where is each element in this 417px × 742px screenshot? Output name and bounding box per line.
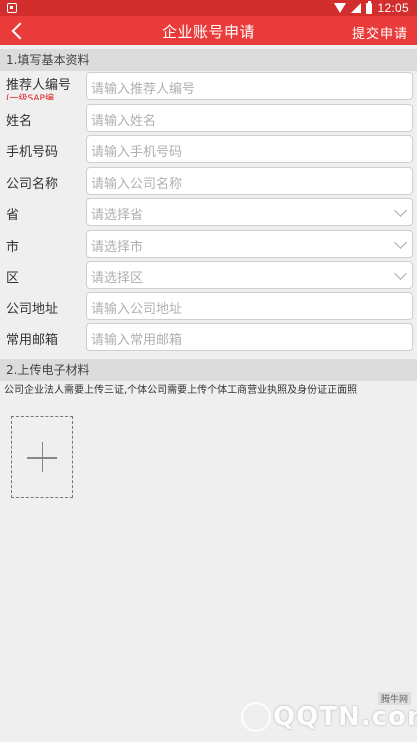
- watermark: QQTN.com 腾牛网: [241, 692, 417, 738]
- status-icons: 12:05: [334, 0, 409, 15]
- input-placeholder: 请输入姓名: [91, 114, 157, 129]
- signal-icon: [351, 3, 362, 13]
- upload-notice: 公司企业法人需要上传三证,个体公司需要上传个体工商营业执照及身份证正面照: [4, 385, 358, 396]
- city-select[interactable]: 请选择市: [86, 230, 413, 258]
- chevron-down-icon: [394, 267, 407, 280]
- email-input[interactable]: 请输入常用邮箱: [86, 323, 413, 351]
- district-select[interactable]: 请选择区: [86, 261, 413, 289]
- form-row-phone: 手机号码 请输入手机号码: [0, 134, 417, 165]
- field-label: 公司名称: [6, 177, 59, 192]
- form-row-company: 公司名称 请输入公司名称: [0, 166, 417, 197]
- select-placeholder: 请选择区: [91, 271, 144, 286]
- form-row-referrer: 推荐人编号 (一级SAP编 请输入推荐人编号: [0, 71, 417, 102]
- watermark-text: QQTN.com: [273, 702, 417, 732]
- wifi-icon: [334, 3, 347, 13]
- province-select[interactable]: 请选择省: [86, 198, 413, 226]
- field-label: 常用邮箱: [6, 333, 59, 348]
- watermark-logo-icon: [241, 702, 271, 732]
- company-name-input[interactable]: 请输入公司名称: [86, 167, 413, 195]
- battery-icon: [366, 0, 373, 14]
- form-row-province: 省 请选择省: [0, 197, 417, 228]
- plus-icon: [41, 442, 43, 472]
- company-address-input[interactable]: 请输入公司地址: [86, 292, 413, 320]
- field-label: 省: [6, 208, 20, 223]
- chevron-down-icon: [394, 204, 407, 217]
- section-header-basic-info: 1.填写基本资料: [0, 49, 417, 71]
- notification-icon: [7, 3, 17, 13]
- form-row-district: 区 请选择区: [0, 260, 417, 291]
- status-time: 12:05: [377, 1, 409, 15]
- upload-button[interactable]: [11, 416, 73, 498]
- field-label: 姓名: [6, 114, 33, 129]
- chevron-down-icon: [394, 236, 407, 249]
- input-placeholder: 请输入手机号码: [91, 145, 183, 160]
- status-bar: 12:05: [0, 0, 417, 16]
- field-label: 公司地址: [6, 302, 59, 317]
- watermark-sub: 腾牛网: [377, 692, 411, 705]
- select-placeholder: 请选择市: [91, 240, 144, 255]
- field-label: 市: [6, 240, 20, 255]
- input-placeholder: 请输入公司地址: [91, 302, 183, 317]
- input-placeholder: 请输入常用邮箱: [91, 333, 183, 348]
- name-input[interactable]: 请输入姓名: [86, 104, 413, 132]
- select-placeholder: 请选择省: [91, 208, 144, 223]
- field-label: 区: [6, 271, 20, 286]
- form-row-name: 姓名 请输入姓名: [0, 103, 417, 134]
- form-row-email: 常用邮箱 请输入常用邮箱: [0, 322, 417, 353]
- referrer-input[interactable]: 请输入推荐人编号: [86, 72, 413, 100]
- field-label: 手机号码: [6, 145, 59, 160]
- app-bar: 企业账号申请 提交申请: [0, 16, 417, 45]
- submit-button[interactable]: 提交申请: [352, 23, 408, 42]
- input-placeholder: 请输入公司名称: [91, 177, 183, 192]
- form-row-city: 市 请选择市: [0, 229, 417, 260]
- field-sub-label: (一级SAP编: [6, 94, 54, 100]
- section-header-upload: 2.上传电子材料: [0, 359, 417, 381]
- input-placeholder: 请输入推荐人编号: [91, 82, 196, 97]
- phone-input[interactable]: 请输入手机号码: [86, 135, 413, 163]
- form-row-address: 公司地址 请输入公司地址: [0, 291, 417, 322]
